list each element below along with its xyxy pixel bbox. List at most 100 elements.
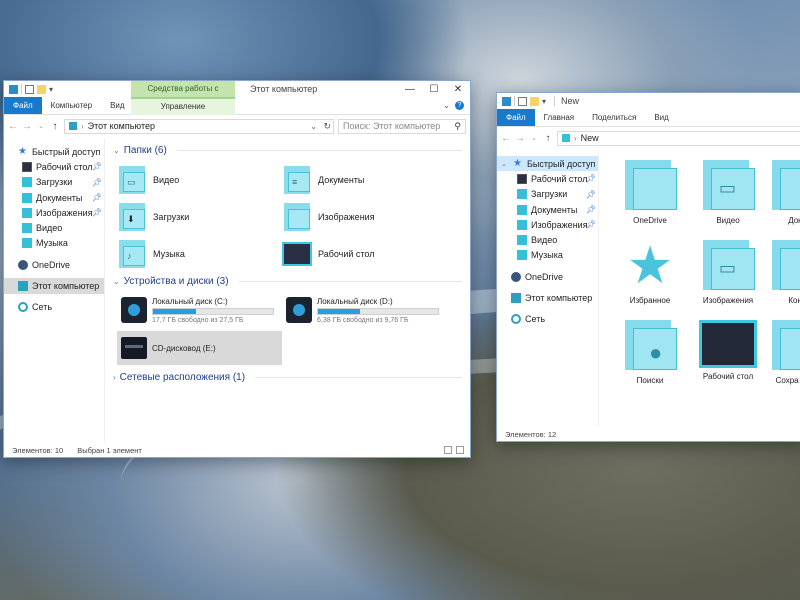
nav-pictures[interactable]: Изображения 📌︎ xyxy=(4,205,104,220)
item-label: Рабочий стол xyxy=(702,372,754,381)
folder-documents[interactable]: ≡ Документы xyxy=(282,162,447,197)
breadcrumb-this-pc[interactable]: Этот компьютер xyxy=(88,121,155,131)
drive-c[interactable]: Локальный диск (C:) 17,7 ГБ свободно из … xyxy=(117,293,282,327)
nav-onedrive[interactable]: OneDrive xyxy=(4,257,104,272)
details-view-icon[interactable] xyxy=(444,446,452,454)
nav-quick-access[interactable]: ⌄ ★ Быстрый доступ xyxy=(497,156,598,172)
nav-desktop[interactable]: Рабочий стол 📌︎ xyxy=(497,171,598,186)
nav-video[interactable]: Видео xyxy=(4,220,104,235)
properties-icon[interactable] xyxy=(518,96,527,106)
folder-saved-games[interactable]: Сохра игры xyxy=(767,320,800,396)
nav-network[interactable]: Сеть xyxy=(4,300,104,315)
recent-locations-button[interactable]: ⌄ xyxy=(36,122,46,130)
folder-video[interactable]: ▭ Видео xyxy=(117,162,282,197)
expand-chevron-icon[interactable]: ⌄ xyxy=(501,160,509,168)
nav-downloads[interactable]: Загрузки 📌︎ xyxy=(497,187,598,202)
back-button[interactable]: ← xyxy=(8,121,18,132)
nav-label: Музыка xyxy=(36,238,68,249)
nav-documents[interactable]: Документы 📌︎ xyxy=(497,202,598,217)
nav-downloads[interactable]: Загрузки 📌︎ xyxy=(4,175,104,190)
folder-searches[interactable]: ● Поиски xyxy=(611,320,689,396)
folder-pictures[interactable]: Изображения xyxy=(282,199,447,234)
tab-computer[interactable]: Компьютер xyxy=(42,97,101,114)
back-button[interactable]: ← xyxy=(501,133,511,144)
nav-music[interactable]: Музыка xyxy=(4,236,104,251)
large-icons-view-icon[interactable] xyxy=(456,446,464,454)
new-folder-icon[interactable] xyxy=(530,96,539,106)
expand-ribbon-icon[interactable]: ⌄ xyxy=(443,101,450,110)
tab-view[interactable]: Вид xyxy=(645,109,677,126)
folder-video[interactable]: ▭ Видео xyxy=(689,160,767,236)
network-group-header[interactable]: › Сетевые расположения (1) xyxy=(113,369,462,385)
address-bar[interactable]: › Этот компьютер ⌄ ↻ xyxy=(64,118,334,134)
explorer-window-this-pc[interactable]: ▾ Средства работы с дисками Этот компьют… xyxy=(3,80,471,458)
minimize-button[interactable]: — xyxy=(398,81,422,97)
folder-documents[interactable]: Доку xyxy=(767,160,800,236)
breadcrumb-chevron-icon[interactable]: › xyxy=(574,134,577,143)
folder-favorites[interactable]: ★ Избранное xyxy=(611,240,689,316)
pin-icon: 📌︎ xyxy=(585,205,596,215)
nav-onedrive[interactable]: OneDrive xyxy=(497,269,598,284)
maximize-button[interactable]: ☐ xyxy=(422,81,446,97)
forward-button[interactable]: → xyxy=(515,133,525,144)
drive-usage-bar xyxy=(152,307,274,315)
nav-quick-access[interactable]: ★ Быстрый доступ xyxy=(4,144,104,159)
tab-file[interactable]: Файл xyxy=(497,109,535,126)
item-label: Видео xyxy=(716,216,740,225)
customize-toolbar-icon[interactable]: ▾ xyxy=(542,97,551,106)
nav-this-pc[interactable]: Этот компьютер xyxy=(497,290,598,305)
up-button[interactable]: ↑ xyxy=(543,133,553,144)
forward-button[interactable]: → xyxy=(22,121,32,132)
search-box[interactable]: Поиск: Этот компьютер ⚲ xyxy=(338,118,466,134)
navigation-bar: ← → ⌄ ↑ › Этот компьютер ⌄ ↻ Поиск: Этот… xyxy=(4,115,470,137)
help-icon[interactable]: ? xyxy=(455,101,464,110)
properties-icon[interactable] xyxy=(25,84,34,94)
folder-desktop[interactable]: Рабочий стол xyxy=(689,320,767,396)
new-folder-icon[interactable] xyxy=(37,84,46,94)
folder-downloads[interactable]: ⬇ Загрузки xyxy=(117,199,282,234)
nav-label: Видео xyxy=(531,235,558,246)
devices-group-header[interactable]: ⌄ Устройства и диски (3) xyxy=(113,273,462,289)
tab-manage[interactable]: Управление xyxy=(131,97,235,115)
title-bar[interactable]: ▾ Средства работы с дисками Этот компьют… xyxy=(4,81,470,109)
nav-label: Рабочий стол xyxy=(36,161,93,172)
navigation-bar: ← → ⌄ ↑ › New xyxy=(497,127,800,149)
tab-home[interactable]: Главная xyxy=(535,109,583,126)
collapse-chevron-icon[interactable]: ⌄ xyxy=(113,277,120,286)
explorer-window-new[interactable]: ▾ New Файл Главная Поделиться Вид ← → ⌄ … xyxy=(496,92,800,442)
expand-chevron-icon[interactable]: › xyxy=(113,373,116,382)
breadcrumb-chevron-icon[interactable]: › xyxy=(81,122,84,131)
nav-pictures[interactable]: Изображения 📌︎ xyxy=(497,217,598,232)
tab-view[interactable]: Вид xyxy=(101,97,133,114)
drive-d[interactable]: Локальный диск (D:) 6,38 ГБ свободно из … xyxy=(282,293,447,327)
address-dropdown-icon[interactable]: ⌄ xyxy=(310,122,317,131)
refresh-icon[interactable]: ↻ xyxy=(323,121,331,132)
nav-network[interactable]: Сеть xyxy=(497,312,598,327)
folders-group-header[interactable]: ⌄ Папки (6) xyxy=(113,142,462,158)
folder-onedrive[interactable]: OneDrive xyxy=(611,160,689,236)
nav-music[interactable]: Музыка xyxy=(497,248,598,263)
recent-locations-button[interactable]: ⌄ xyxy=(529,134,539,142)
pin-icon: 📌︎ xyxy=(585,220,596,230)
nav-desktop[interactable]: Рабочий стол 📌︎ xyxy=(4,159,104,174)
address-bar[interactable]: › New xyxy=(557,130,800,146)
nav-this-pc[interactable]: Этот компьютер xyxy=(4,278,104,294)
drive-e-cd[interactable]: CD-дисковод (E:) xyxy=(117,331,282,365)
collapse-chevron-icon[interactable]: ⌄ xyxy=(113,146,120,155)
title-bar[interactable]: ▾ New xyxy=(497,93,800,109)
folder-desktop[interactable]: Рабочий стол xyxy=(282,236,447,271)
nav-video[interactable]: Видео xyxy=(497,232,598,247)
nav-label: Видео xyxy=(36,223,63,234)
up-button[interactable]: ↑ xyxy=(50,121,60,132)
folder-contacts[interactable]: Конт xyxy=(767,240,800,316)
tab-file[interactable]: Файл xyxy=(4,97,42,114)
customize-toolbar-icon[interactable]: ▾ xyxy=(49,85,58,94)
folder-pictures[interactable]: ▭ Изображения xyxy=(689,240,767,316)
nav-documents[interactable]: Документы 📌︎ xyxy=(4,190,104,205)
close-button[interactable]: ✕ xyxy=(446,81,470,97)
nav-label: Этот компьютер xyxy=(32,281,100,292)
search-input[interactable]: Поиск: Этот компьютер xyxy=(343,121,440,131)
folder-music[interactable]: ♪ Музыка xyxy=(117,236,282,271)
breadcrumb-new[interactable]: New xyxy=(581,133,599,143)
tab-share[interactable]: Поделиться xyxy=(583,109,645,126)
